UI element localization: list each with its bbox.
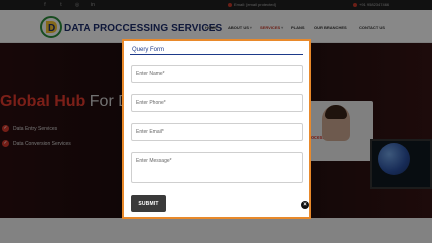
close-icon[interactable]: × <box>301 201 309 209</box>
message-field[interactable] <box>131 152 303 183</box>
title-divider <box>130 54 303 55</box>
modal-title: Query Form <box>132 47 165 53</box>
submit-button[interactable]: SUBMIT <box>131 195 166 212</box>
phone-field[interactable] <box>131 94 303 112</box>
email-field[interactable] <box>131 123 303 141</box>
query-form-modal: Query Form SUBMIT × <box>122 39 311 219</box>
name-field[interactable] <box>131 65 303 83</box>
